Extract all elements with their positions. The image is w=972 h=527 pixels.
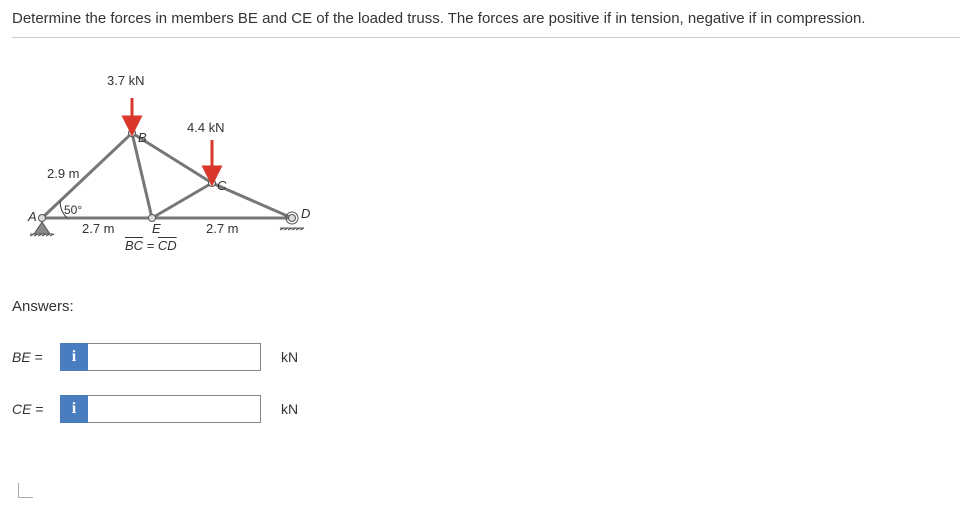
load-top-label: 3.7 kN xyxy=(107,73,145,88)
answer-row-be: BE = i kN xyxy=(12,343,960,371)
angle-a-label: 50° xyxy=(64,203,82,217)
len-ab-label: 2.9 m xyxy=(47,166,80,181)
answer-label-be: BE = xyxy=(12,349,60,365)
answer-row-ce: CE = i kN xyxy=(12,395,960,423)
answer-input-ce[interactable] xyxy=(88,395,261,423)
node-e-label: E xyxy=(152,221,161,236)
len-ed-label: 2.7 m xyxy=(206,221,239,236)
answer-label-ce: CE = xyxy=(12,401,60,417)
truss-diagram: 3.7 kN 4.4 kN 2.9 m 50° 2.7 m 2.7 m A B … xyxy=(12,58,312,268)
info-icon[interactable]: i xyxy=(60,395,88,423)
unit-label: kN xyxy=(281,349,298,365)
answer-input-be[interactable] xyxy=(88,343,261,371)
len-ae-label: 2.7 m xyxy=(82,221,115,236)
corner-marker xyxy=(18,483,33,498)
info-icon[interactable]: i xyxy=(60,343,88,371)
bc-cd-equation: BC = CD xyxy=(125,238,177,253)
answers-block: Answers: BE = i kN CE = i kN xyxy=(12,298,960,423)
node-d-label: D xyxy=(301,206,310,221)
answers-title: Answers: xyxy=(12,298,960,315)
node-a-label: A xyxy=(28,209,37,224)
unit-label: kN xyxy=(281,401,298,417)
node-b-label: B xyxy=(138,130,147,145)
node-c-label: C xyxy=(217,178,226,193)
load-right-label: 4.4 kN xyxy=(187,120,225,135)
question-text: Determine the forces in members BE and C… xyxy=(12,10,960,38)
